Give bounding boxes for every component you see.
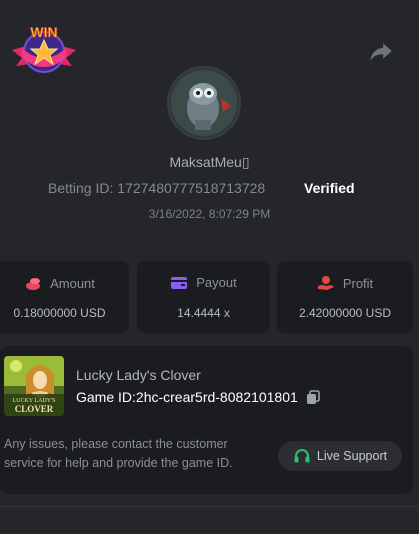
game-id-value: 2hc-crear5rd-8082101801	[135, 389, 298, 405]
stat-card-amount: Amount 0.18000000 USD	[0, 261, 129, 333]
stat-label-amount: Amount	[50, 275, 95, 291]
stat-value-profit: 2.42000000 USD	[298, 306, 392, 320]
username: MaksatMeu▯	[169, 154, 250, 170]
game-thumbnail[interactable]: LUCKY LADY'S CLOVER	[4, 356, 64, 416]
stat-card-profit: Profit 2.42000000 USD	[277, 261, 413, 333]
stat-value-payout: 14.4444 x	[177, 306, 230, 320]
betting-id: Betting ID: 1727480777518713728	[48, 180, 265, 196]
stat-label-profit: Profit	[342, 275, 374, 291]
wallet-icon	[171, 276, 188, 289]
betting-id-value: 1727480777518713728	[117, 180, 266, 196]
thumbnail-title-bottom: CLOVER	[15, 404, 54, 414]
game-id-label: Game ID:	[76, 389, 136, 405]
hand-coin-icon	[317, 276, 334, 290]
stat-label-payout: Payout	[196, 275, 237, 290]
betting-id-label: Betting ID:	[48, 180, 114, 196]
game-id: Game ID:2hc-crear5rd-8082101801	[76, 389, 320, 405]
share-icon[interactable]	[368, 38, 394, 64]
divider	[0, 506, 419, 507]
avatar	[167, 66, 241, 140]
support-help-text: Any issues, please contact the customer …	[4, 437, 233, 470]
coins-icon	[26, 278, 41, 290]
bet-timestamp: 3/16/2022, 8:07:29 PM	[148, 207, 271, 221]
live-support-label: Live Support	[316, 449, 388, 463]
win-badge: WIN	[8, 20, 80, 80]
stat-value-amount: 0.18000000 USD	[13, 306, 106, 320]
game-card: LUCKY LADY'S CLOVER Lucky Lady's Clover …	[0, 346, 413, 494]
copy-icon[interactable]	[306, 389, 320, 405]
game-name[interactable]: Lucky Lady's Clover	[76, 367, 201, 383]
live-support-button[interactable]: Live Support	[278, 441, 402, 471]
verified-badge: Verified	[304, 180, 355, 196]
win-badge-text: WIN	[30, 24, 57, 40]
stat-card-payout: Payout 14.4444 x	[137, 261, 270, 333]
headset-icon	[294, 449, 310, 463]
